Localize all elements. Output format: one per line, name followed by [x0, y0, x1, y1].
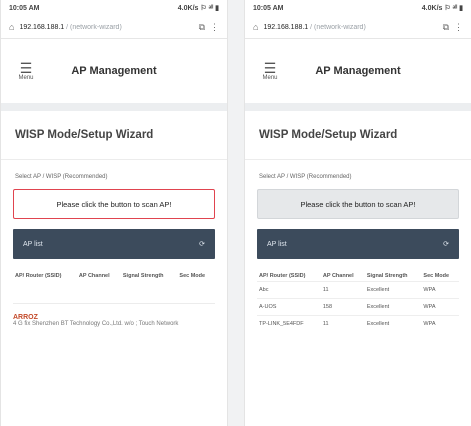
status-bar: 10:05 AM 4.0K/s ⚐ ᵃˡˡ ▮	[245, 0, 471, 16]
table-header-row: AP/ Router (SSID) AP Channel Signal Stre…	[13, 271, 215, 281]
url-host: 192.168.188.1	[263, 23, 309, 31]
menu-label: Menu	[18, 75, 34, 81]
table-row[interactable]: Abc 11 Excellent WPA	[257, 281, 459, 299]
status-time: 10:05 AM	[253, 4, 284, 12]
menu-label: Menu	[262, 75, 278, 81]
url-host: 192.168.188.1	[19, 23, 65, 31]
hamburger-icon: ☰	[263, 60, 277, 76]
status-bar: 10:05 AM 4.0K/s ⚐ ᵃˡˡ ▮	[1, 0, 227, 16]
cell-ssid: TP-LINK_5E4FDF	[257, 315, 321, 332]
found-ap-name: ARROZ	[13, 314, 38, 321]
app-header: ☰ Menu AP Management	[245, 39, 471, 103]
found-ap-item[interactable]: ARROZ 4 G fix Shenzhen BT Technology Co.…	[13, 303, 215, 327]
cell-channel: 11	[320, 315, 365, 332]
ap-list-label: AP list	[267, 240, 287, 248]
more-menu-icon[interactable]: ⋮	[210, 22, 219, 33]
phone-screen-before-scan: 10:05 AM 4.0K/s ⚐ ᵃˡˡ ▮ ⌂ 192.168.188.1 …	[0, 0, 228, 426]
section-label: Select AP / WISP (Recommended)	[15, 174, 108, 180]
home-icon[interactable]: ⌂	[9, 22, 14, 32]
scan-ap-button[interactable]: Please click the button to scan AP!	[257, 189, 459, 219]
cell-security: WPA	[421, 281, 459, 299]
cell-security: WPA	[421, 298, 459, 316]
more-menu-icon[interactable]: ⋮	[454, 22, 463, 33]
home-icon[interactable]: ⌂	[253, 22, 258, 32]
table-row[interactable]: A-UOS 158 Excellent WPA	[257, 298, 459, 316]
ap-list-bar[interactable]: AP list ⟳	[257, 229, 459, 259]
browser-url-bar[interactable]: ⌂ 192.168.188.1 / (network-wizard) ⧉ ⋮	[1, 16, 227, 39]
cell-channel: 158	[320, 298, 365, 316]
col-channel: AP Channel	[78, 273, 110, 279]
wizard-title: WISP Mode/Setup Wizard	[245, 111, 471, 160]
section-label: Select AP / WISP (Recommended)	[259, 174, 352, 180]
cell-ssid: Abc	[257, 281, 321, 299]
refresh-icon[interactable]: ⟳	[199, 240, 205, 248]
col-security: Sec Mode	[423, 273, 450, 279]
status-icons: 4.0K/s ⚐ ᵃˡˡ ▮	[421, 5, 463, 12]
wizard-title: WISP Mode/Setup Wizard	[1, 111, 227, 160]
col-security: Sec Mode	[179, 273, 206, 279]
menu-button[interactable]: ☰ Menu	[257, 61, 283, 81]
app-header: ☰ Menu AP Management	[1, 39, 227, 103]
url-text[interactable]: 192.168.188.1 / (network-wizard)	[263, 24, 437, 31]
url-text[interactable]: 192.168.188.1 / (network-wizard)	[19, 24, 193, 31]
col-signal: Signal Strength	[366, 273, 408, 279]
status-icons: 4.0K/s ⚐ ᵃˡˡ ▮	[177, 5, 219, 12]
status-time: 10:05 AM	[9, 4, 40, 12]
col-channel: AP Channel	[322, 273, 354, 279]
table-row[interactable]: TP-LINK_5E4FDF 11 Excellent WPA	[257, 315, 459, 332]
cell-signal: Excellent	[364, 298, 422, 316]
ap-list-label: AP list	[23, 240, 43, 248]
tabs-icon[interactable]: ⧉	[199, 22, 205, 33]
refresh-icon[interactable]: ⟳	[443, 240, 449, 248]
section-divider	[245, 103, 471, 111]
col-ssid: AP/ Router (SSID)	[15, 273, 62, 279]
menu-button[interactable]: ☰ Menu	[13, 61, 39, 81]
browser-url-bar[interactable]: ⌂ 192.168.188.1 / (network-wizard) ⧉ ⋮	[245, 16, 471, 39]
url-path: / (network-wizard)	[64, 23, 122, 31]
tabs-icon[interactable]: ⧉	[443, 22, 449, 33]
cell-signal: Excellent	[364, 281, 422, 299]
col-signal: Signal Strength	[122, 273, 164, 279]
cell-security: WPA	[421, 315, 459, 332]
ap-table: AP/ Router (SSID) AP Channel Signal Stre…	[13, 271, 215, 281]
cell-signal: Excellent	[364, 315, 422, 332]
ap-list-bar[interactable]: AP list ⟳	[13, 229, 215, 259]
section-divider	[1, 103, 227, 111]
url-path: / (network-wizard)	[308, 23, 366, 31]
cell-ssid: A-UOS	[257, 298, 321, 316]
cell-channel: 11	[320, 281, 365, 299]
hamburger-icon: ☰	[19, 60, 33, 76]
table-header-row: AP/ Router (SSID) AP Channel Signal Stre…	[257, 271, 459, 282]
scan-ap-button[interactable]: Please click the button to scan AP!	[13, 189, 215, 219]
phone-screen-after-scan: 10:05 AM 4.0K/s ⚐ ᵃˡˡ ▮ ⌂ 192.168.188.1 …	[244, 0, 471, 426]
col-ssid: AP/ Router (SSID)	[259, 273, 306, 279]
found-ap-maker: 4 G fix Shenzhen BT Technology Co.,Ltd. …	[13, 321, 179, 327]
ap-table: AP/ Router (SSID) AP Channel Signal Stre…	[257, 271, 459, 332]
